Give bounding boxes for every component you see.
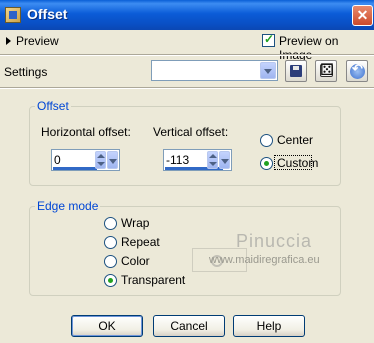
vertical-offset-value: -113	[166, 153, 190, 167]
watermark-url: www.maidiregrafica.eu	[209, 254, 320, 266]
edge-mode-legend: Edge mode	[35, 199, 101, 213]
horizontal-offset-label: Horizontal offset:	[41, 125, 131, 139]
dice-icon	[320, 60, 334, 80]
randomize-button[interactable]	[315, 60, 337, 82]
custom-label[interactable]: Custom	[277, 156, 318, 170]
watermark-name: Pinuccia	[236, 231, 313, 251]
center-radio[interactable]	[260, 134, 273, 147]
color-radio[interactable]	[104, 255, 117, 268]
center-label[interactable]: Center	[277, 133, 313, 147]
wrap-radio[interactable]	[104, 217, 117, 230]
offset-group-legend: Offset	[35, 99, 71, 113]
reset-icon	[350, 61, 365, 79]
transparent-label[interactable]: Transparent	[121, 273, 185, 287]
vertical-dropdown-icon[interactable]	[219, 151, 230, 169]
wrap-label[interactable]: Wrap	[121, 216, 149, 230]
cancel-button[interactable]: Cancel	[153, 315, 225, 337]
divider-highlight	[0, 55, 374, 56]
help-button[interactable]: Help	[233, 315, 305, 337]
horizontal-dropdown-icon[interactable]	[107, 151, 118, 169]
repeat-radio[interactable]	[104, 236, 117, 249]
chevron-down-icon[interactable]	[260, 62, 276, 79]
save-disk-icon	[290, 65, 302, 77]
window-title: Offset	[27, 6, 68, 22]
vertical-offset-input[interactable]: -113	[163, 149, 232, 171]
app-icon	[5, 7, 21, 23]
reset-button[interactable]	[346, 60, 368, 82]
settings-preset-combo[interactable]	[151, 60, 278, 81]
settings-label: Settings	[4, 65, 48, 79]
vertical-offset-label: Vertical offset:	[153, 125, 229, 139]
expand-arrow-icon[interactable]	[6, 37, 11, 45]
color-label[interactable]: Color	[121, 254, 150, 268]
preview-on-image-checkbox[interactable]	[262, 32, 275, 47]
horizontal-spin-arrows-icon[interactable]	[95, 151, 106, 169]
preview-toggle[interactable]: Preview	[16, 34, 59, 48]
horizontal-offset-value: 0	[54, 153, 61, 167]
save-preset-button[interactable]	[285, 60, 307, 82]
horizontal-offset-slider[interactable]	[53, 167, 97, 170]
repeat-label[interactable]: Repeat	[121, 235, 160, 249]
offset-dialog: Offset ✕ Preview Preview on Image Settin…	[0, 0, 374, 343]
divider-highlight	[0, 88, 374, 89]
ok-button[interactable]: OK	[71, 315, 143, 337]
title-bar[interactable]: Offset ✕	[0, 0, 374, 30]
transparent-radio[interactable]	[104, 274, 117, 287]
vertical-spin-arrows-icon[interactable]	[207, 151, 218, 169]
custom-radio[interactable]	[260, 157, 273, 170]
horizontal-offset-input[interactable]: 0	[51, 149, 120, 171]
close-button[interactable]: ✕	[352, 5, 373, 26]
preview-on-image-label[interactable]: Preview on Image	[279, 34, 374, 62]
